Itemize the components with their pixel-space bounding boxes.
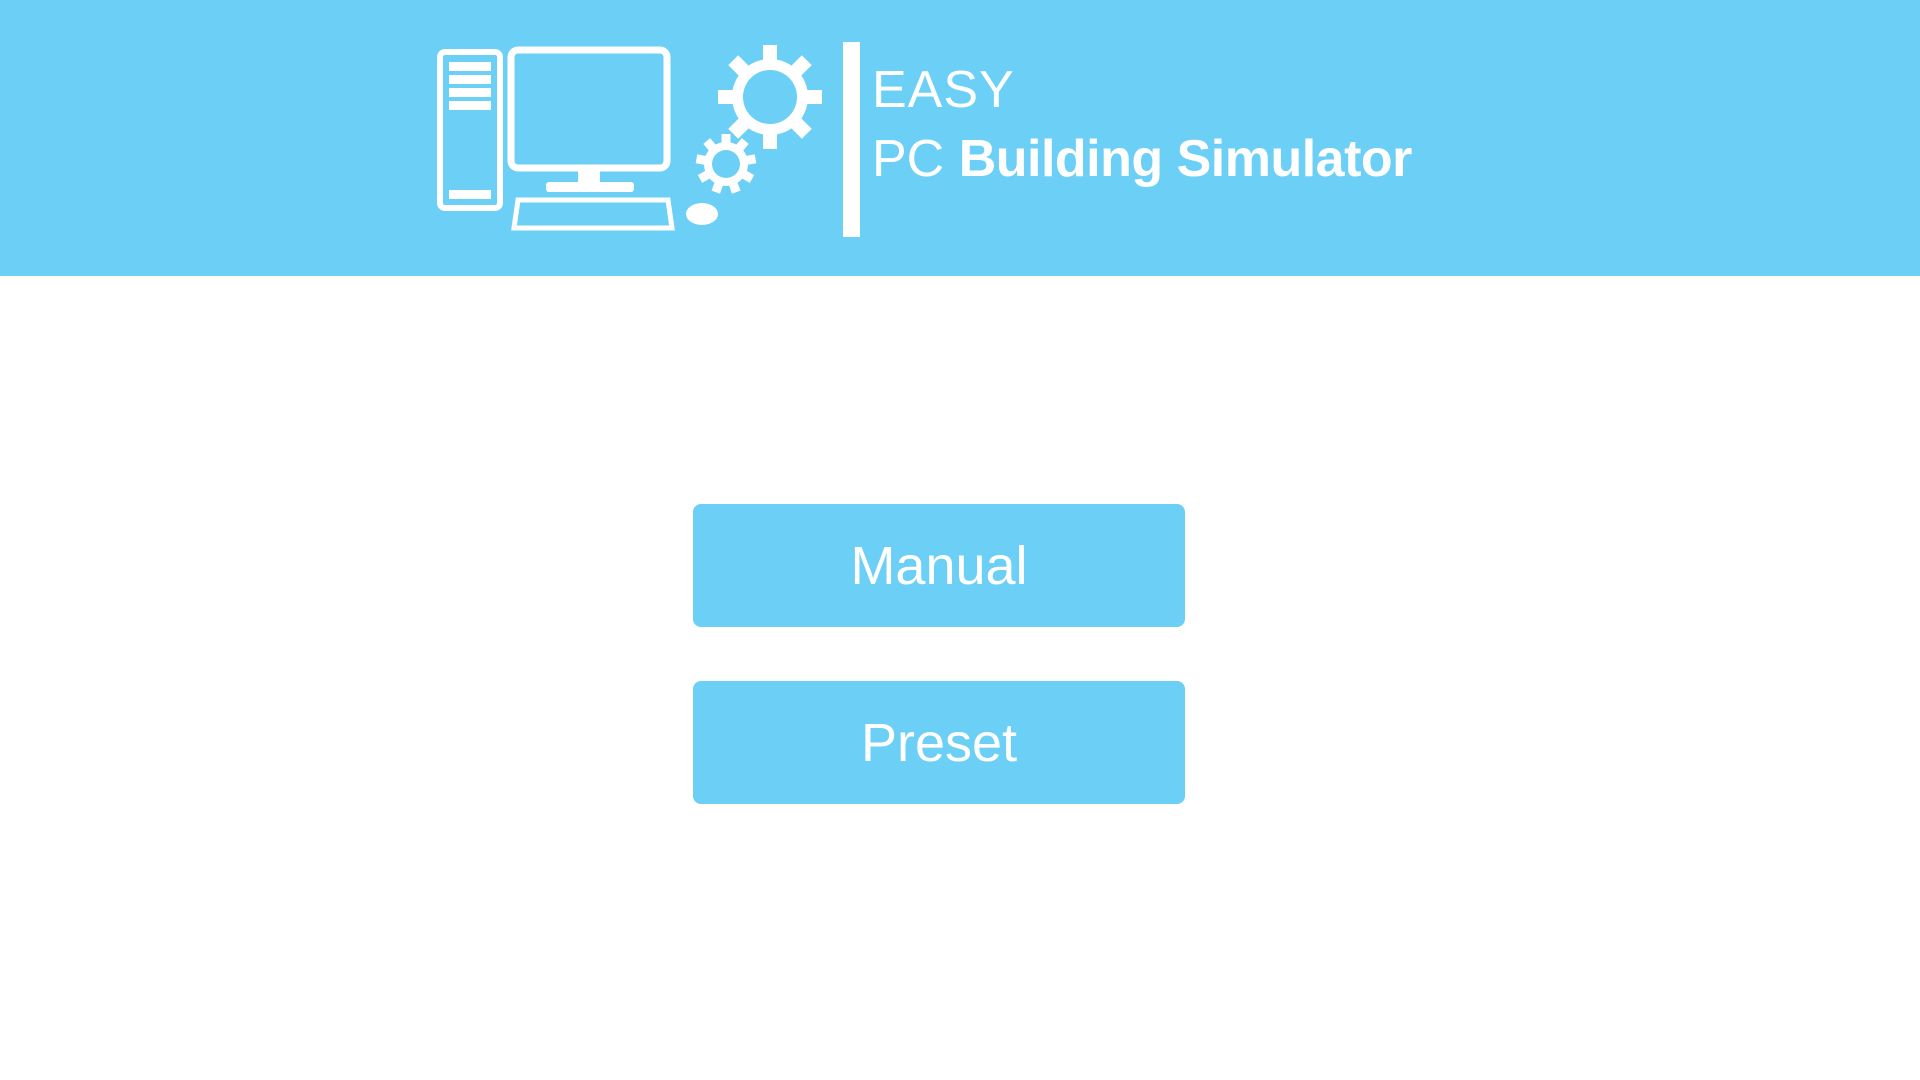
title-building-simulator: Building Simulator <box>958 130 1413 188</box>
pc-gears-logo-icon <box>437 45 822 231</box>
preset-button[interactable]: Preset <box>693 681 1185 804</box>
app-title: PC Building Simulator <box>872 133 1412 185</box>
title-easy: EASY <box>872 61 1015 119</box>
manual-button[interactable]: Manual <box>693 504 1185 627</box>
header-banner: EASY PC Building Simulator <box>0 0 1920 276</box>
logo-divider <box>843 42 860 237</box>
title-pc: PC <box>872 130 945 188</box>
